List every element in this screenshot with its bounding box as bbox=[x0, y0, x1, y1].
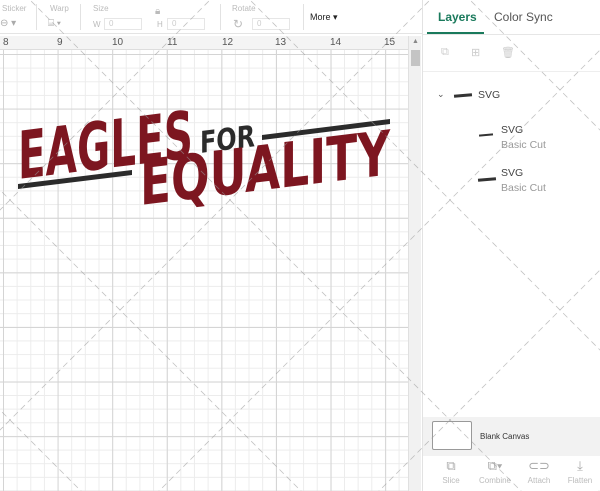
lock-icon[interactable]: 🔒︎ bbox=[155, 6, 160, 17]
ruler-label: 10 bbox=[112, 37, 124, 48]
divider bbox=[36, 4, 37, 30]
ruler-label: 8 bbox=[3, 37, 9, 48]
layer-thumbnail bbox=[477, 177, 497, 182]
ruler-label: 14 bbox=[330, 37, 342, 48]
slice-label: Slice bbox=[442, 476, 460, 485]
ruler-label: 13 bbox=[275, 37, 287, 48]
layer-name: SVG bbox=[478, 89, 501, 101]
divider bbox=[303, 4, 304, 30]
rotate-icon: ↻ bbox=[233, 17, 244, 31]
slice-icon: ⧉ bbox=[446, 458, 456, 473]
more-button[interactable]: More ▾ bbox=[310, 12, 338, 23]
flatten-button[interactable]: ⤓ Flatten bbox=[560, 458, 600, 485]
divider bbox=[423, 71, 600, 72]
sticker-toggle-icon[interactable]: ⊖ ▾ bbox=[0, 18, 16, 29]
rotate-input[interactable]: 0 bbox=[252, 18, 290, 30]
sticker-label: Sticker bbox=[2, 4, 27, 13]
divider bbox=[423, 34, 600, 35]
ruler-label: 12 bbox=[222, 37, 234, 48]
warp-label: Warp bbox=[50, 4, 69, 13]
width-input[interactable]: 0 bbox=[104, 18, 142, 30]
layer-thumbnail bbox=[453, 93, 473, 98]
combine-label: Combine bbox=[478, 476, 511, 485]
scroll-up-icon[interactable]: ▲ bbox=[412, 38, 419, 45]
rotate-label: Rotate bbox=[232, 4, 256, 13]
height-input[interactable]: 0 bbox=[167, 18, 205, 30]
layer-name: SVG bbox=[501, 167, 524, 179]
ruler-label: 11 bbox=[167, 37, 178, 48]
layer-type: Basic Cut bbox=[501, 182, 546, 194]
tab-color-sync[interactable]: Color Sync bbox=[494, 10, 553, 24]
group-icon[interactable]: ⧉ bbox=[441, 46, 449, 59]
caret-down-icon: ▾ bbox=[330, 12, 338, 22]
attach-icon: ⊂⊃ bbox=[528, 458, 550, 473]
flatten-label: Flatten bbox=[567, 476, 593, 485]
horizontal-ruler: 8 9 10 11 12 13 14 15 bbox=[0, 36, 408, 50]
ruler-label: 15 bbox=[384, 37, 396, 48]
layers-panel: Layers Color Sync ⧉ ⊞ 🗑︎ ⌄ SVG SVG Basic… bbox=[422, 0, 600, 491]
divider bbox=[220, 4, 221, 30]
combine-button[interactable]: ⧉▾ Combine bbox=[475, 458, 515, 485]
duplicate-icon[interactable]: ⊞ bbox=[471, 46, 480, 59]
size-label: Size bbox=[93, 4, 109, 13]
more-label: More bbox=[310, 12, 331, 22]
layer-type: Basic Cut bbox=[501, 139, 546, 151]
attach-button[interactable]: ⊂⊃ Attach bbox=[519, 458, 559, 485]
toolbar: Sticker ⊖ ▾ Warp ⌸ ▾ Size W 0 🔒︎ H 0 Rot… bbox=[0, 0, 422, 34]
warp-icon[interactable]: ⌸ ▾ bbox=[48, 18, 61, 29]
ruler-label: 9 bbox=[57, 37, 63, 48]
design-artwork[interactable]: EAGLES FOR EQUALITY bbox=[0, 50, 408, 491]
blank-canvas-swatch[interactable] bbox=[432, 421, 472, 450]
blank-canvas-row[interactable]: Blank Canvas bbox=[423, 417, 600, 456]
design-canvas[interactable]: EAGLES FOR EQUALITY bbox=[0, 50, 408, 491]
delete-icon[interactable]: 🗑︎ bbox=[501, 46, 515, 59]
tab-layers[interactable]: Layers bbox=[438, 10, 477, 24]
layer-thumbnail bbox=[478, 133, 494, 137]
flatten-icon: ⤓ bbox=[577, 458, 583, 473]
width-label: W bbox=[93, 20, 101, 29]
layer-name: SVG bbox=[501, 124, 524, 136]
blank-canvas-label: Blank Canvas bbox=[480, 432, 530, 441]
attach-label: Attach bbox=[527, 476, 551, 485]
divider bbox=[80, 4, 81, 30]
scroll-thumb[interactable] bbox=[411, 50, 420, 66]
height-label: H bbox=[157, 20, 163, 29]
slice-button[interactable]: ⧉ Slice bbox=[431, 458, 471, 485]
chevron-down-icon[interactable]: ⌄ bbox=[437, 89, 445, 100]
combine-icon: ⧉▾ bbox=[487, 458, 503, 473]
vertical-scrollbar[interactable]: ▲ bbox=[408, 36, 421, 491]
